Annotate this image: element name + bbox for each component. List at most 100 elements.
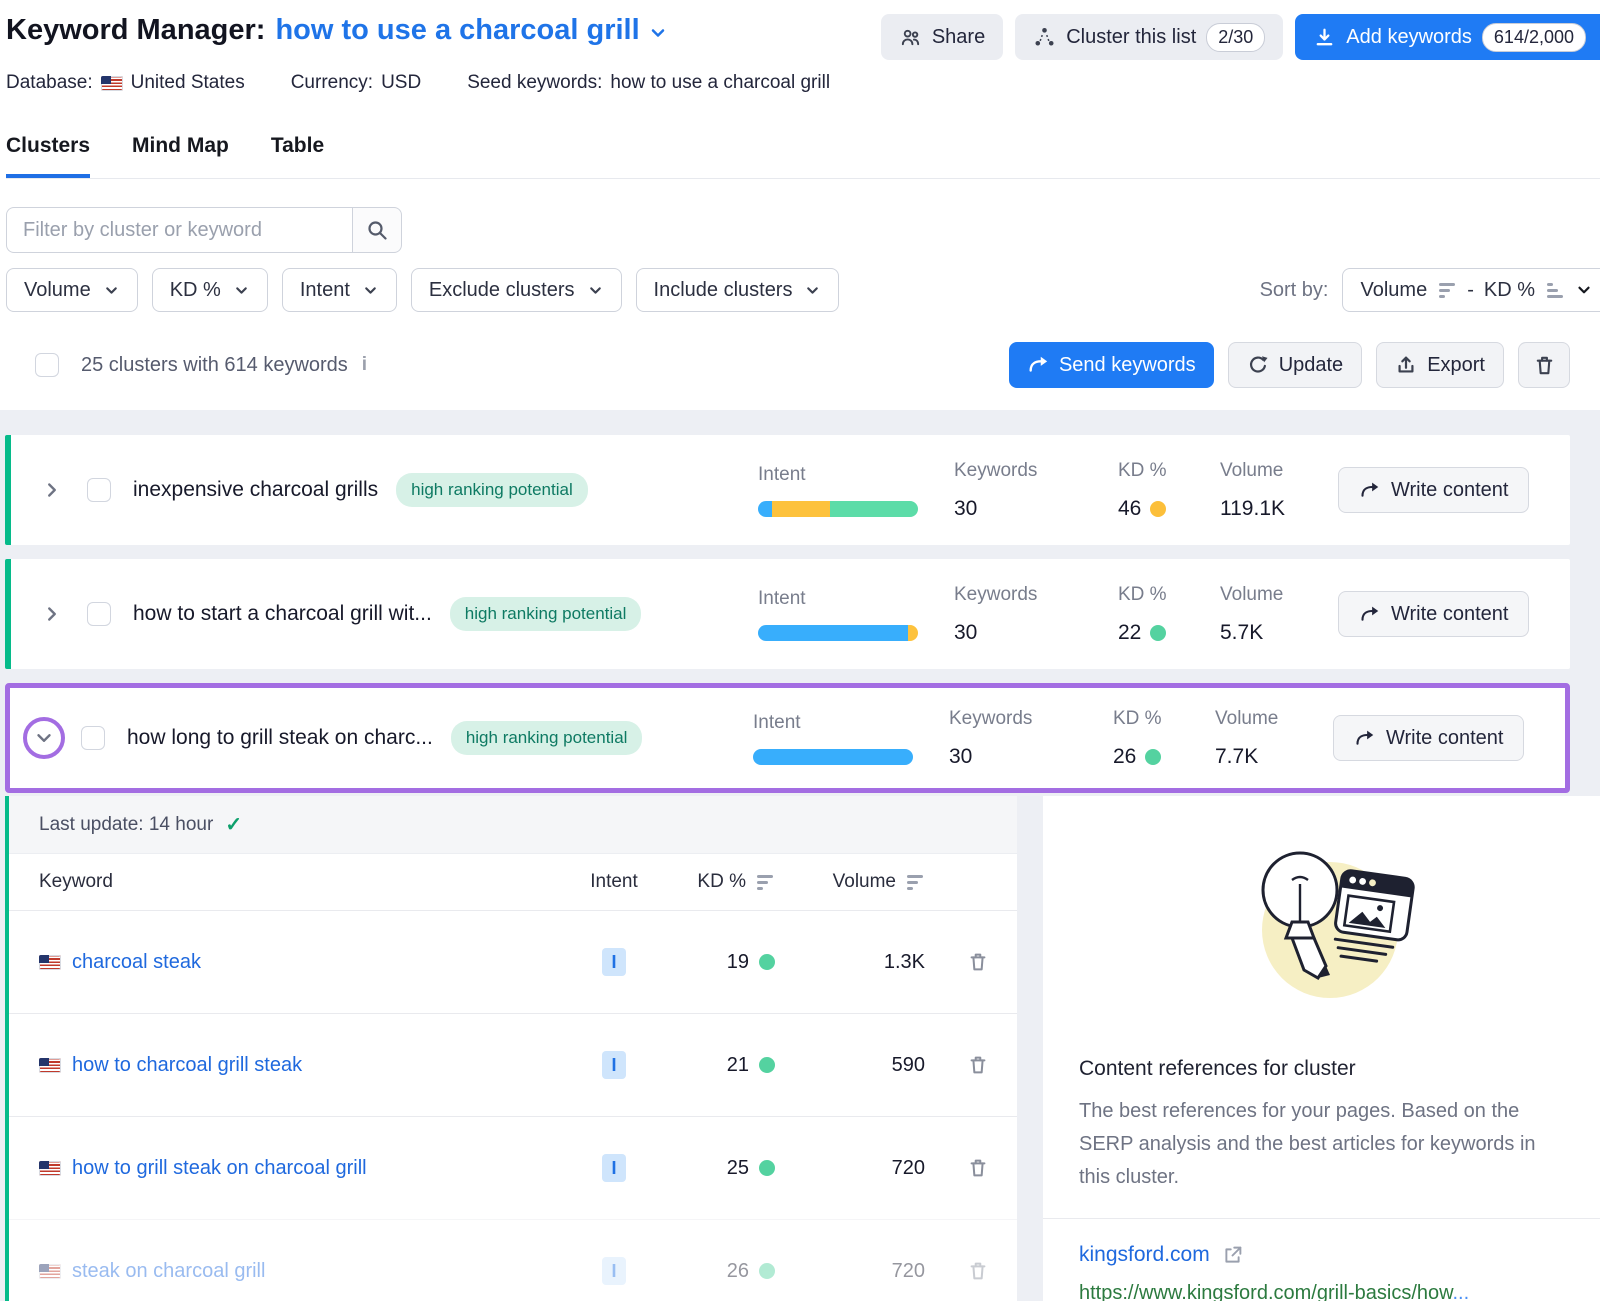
exclude-clusters-dropdown[interactable]: Exclude clusters — [411, 268, 622, 312]
selection-summary: 25 clusters with 614 keywords — [81, 354, 348, 377]
intent-column-label: Intent — [753, 712, 949, 734]
table-row: charcoal steak I 19 1.3K — [9, 910, 1017, 1013]
export-button[interactable]: Export — [1376, 342, 1504, 388]
page-title: Keyword Manager: — [6, 14, 265, 47]
kd-value: 26 — [727, 1260, 749, 1283]
delete-keyword-button[interactable] — [967, 951, 989, 973]
highlight-annotation-circle — [23, 717, 65, 759]
tab-clusters[interactable]: Clusters — [6, 134, 90, 178]
content-references-panel: Content references for cluster The best … — [1043, 796, 1600, 1301]
volume-value: 590 — [789, 1054, 939, 1077]
collapse-cluster-button[interactable] — [33, 727, 55, 749]
cluster-name: how to start a charcoal grill wit... — [133, 602, 432, 626]
kd-filter-label: KD % — [170, 279, 221, 302]
sort-by-dropdown[interactable]: Volume - KD % — [1342, 268, 1600, 312]
filter-input[interactable] — [6, 207, 352, 253]
delete-keyword-button[interactable] — [967, 1157, 989, 1179]
write-content-button[interactable]: Write content — [1333, 715, 1524, 761]
write-content-label: Write content — [1386, 727, 1503, 750]
list-selector-dropdown[interactable]: how to use a charcoal grill — [275, 14, 667, 47]
divider — [1043, 1218, 1600, 1219]
intent-column-label: Intent — [758, 464, 954, 486]
us-flag-icon — [101, 76, 123, 91]
write-content-button[interactable]: Write content — [1338, 467, 1529, 513]
info-icon[interactable]: i — [362, 354, 367, 376]
send-keywords-label: Send keywords — [1059, 354, 1196, 377]
keyword-link[interactable]: steak on charcoal grill — [72, 1260, 265, 1283]
volume-column-header[interactable]: Volume — [789, 871, 939, 893]
export-label: Export — [1427, 354, 1485, 377]
kd-column-header[interactable]: KD % — [659, 871, 789, 893]
expand-cluster-button[interactable] — [41, 479, 63, 501]
cluster-expanded-area: Last update: 14 hour ✓ Keyword Intent KD… — [5, 796, 1600, 1301]
reference-url[interactable]: https://www.kingsford.com/grill-basics/h… — [1043, 1282, 1600, 1301]
chevron-down-icon — [587, 282, 604, 299]
keywords-count: 30 — [954, 621, 1118, 645]
currency-info: Currency: USD — [291, 72, 421, 94]
search-row — [6, 207, 1600, 253]
write-content-label: Write content — [1391, 479, 1508, 502]
add-keywords-button[interactable]: Add keywords 614/2,000 — [1295, 14, 1600, 60]
volume-value: 720 — [789, 1260, 939, 1283]
trash-icon — [1533, 354, 1556, 377]
keyword-link[interactable]: charcoal steak — [72, 951, 201, 974]
meta-row: Database: United States Currency: USD Se… — [6, 72, 1600, 94]
last-update-bar: Last update: 14 hour ✓ — [9, 796, 1017, 854]
chevron-right-icon — [41, 603, 63, 625]
keyword-link[interactable]: how to charcoal grill steak — [72, 1054, 302, 1077]
kd-value: 22 — [1118, 621, 1141, 645]
top-section: Keyword Manager: how to use a charcoal g… — [0, 0, 1600, 410]
update-button[interactable]: Update — [1228, 342, 1363, 388]
tab-mind-map[interactable]: Mind Map — [132, 134, 229, 178]
volume-value: 119.1K — [1220, 497, 1338, 521]
send-keywords-button[interactable]: Send keywords — [1009, 342, 1214, 388]
select-all-checkbox[interactable] — [35, 353, 59, 377]
check-icon: ✓ — [225, 812, 242, 837]
search-button[interactable] — [352, 207, 402, 253]
reference-domain-link[interactable]: kingsford.com — [1079, 1243, 1210, 1267]
keywords-count: 30 — [954, 497, 1118, 521]
chevron-right-icon — [41, 479, 63, 501]
delete-keyword-button[interactable] — [967, 1054, 989, 1076]
delete-list-button[interactable] — [1518, 342, 1570, 388]
cluster-this-list-button[interactable]: Cluster this list 2/30 — [1015, 14, 1283, 60]
cluster-row[interactable]: how to start a charcoal grill wit... hig… — [5, 559, 1570, 669]
include-clusters-dropdown[interactable]: Include clusters — [636, 268, 840, 312]
keywords-column-label: Keywords — [949, 708, 1113, 730]
volume-column-label: Volume — [1215, 708, 1333, 730]
write-content-button[interactable]: Write content — [1338, 591, 1529, 637]
seed-keywords-label: Seed keywords: — [467, 72, 602, 94]
volume-value: 5.7K — [1220, 621, 1338, 645]
kd-value: 26 — [1113, 745, 1136, 769]
kd-filter-dropdown[interactable]: KD % — [152, 268, 268, 312]
sort-secondary-label: KD % — [1484, 279, 1535, 302]
volume-filter-dropdown[interactable]: Volume — [6, 268, 138, 312]
references-title: Content references for cluster — [1079, 1057, 1580, 1081]
intent-bar — [753, 749, 913, 765]
us-flag-icon — [39, 955, 61, 970]
cluster-row-highlighted[interactable]: how long to grill steak on charc... high… — [5, 683, 1570, 793]
intent-column-header[interactable]: Intent — [590, 871, 638, 893]
tab-table[interactable]: Table — [271, 134, 324, 178]
send-arrow-icon — [1354, 728, 1375, 749]
intent-filter-dropdown[interactable]: Intent — [282, 268, 397, 312]
list-actions: Send keywords Update Export — [1009, 342, 1570, 388]
search-icon — [365, 218, 389, 242]
intent-bar — [758, 501, 918, 517]
delete-keyword-button[interactable] — [967, 1260, 989, 1282]
sort-icon — [907, 875, 923, 890]
send-arrow-icon — [1359, 604, 1380, 625]
keyword-link[interactable]: how to grill steak on charcoal grill — [72, 1157, 367, 1180]
chevron-down-icon — [233, 282, 250, 299]
cluster-checkbox[interactable] — [81, 726, 105, 750]
intent-badge: I — [602, 948, 625, 976]
expand-cluster-button[interactable] — [41, 603, 63, 625]
cluster-checkbox[interactable] — [87, 602, 111, 626]
kd-column-label: KD % — [1118, 460, 1220, 482]
external-link-icon — [1222, 1245, 1243, 1266]
cluster-row[interactable]: inexpensive charcoal grills high ranking… — [5, 435, 1570, 545]
add-keywords-label: Add keywords — [1346, 26, 1472, 49]
share-button[interactable]: Share — [881, 14, 1003, 60]
cluster-checkbox[interactable] — [87, 478, 111, 502]
keyword-column-header[interactable]: Keyword — [9, 871, 569, 893]
